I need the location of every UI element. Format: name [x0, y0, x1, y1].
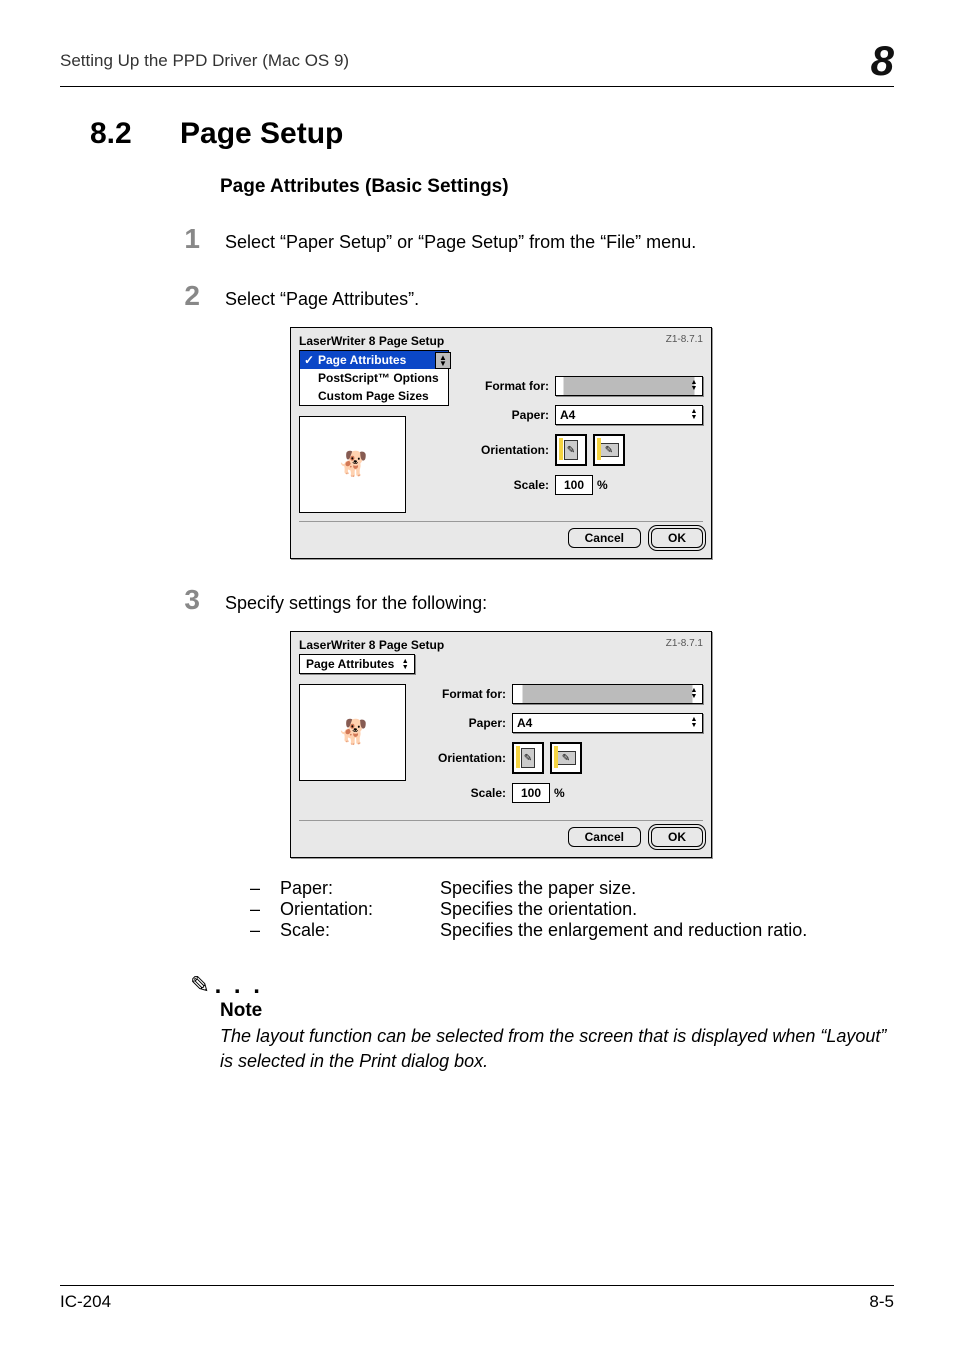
dialog-2-title: LaserWriter 8 Page Setup	[299, 638, 444, 652]
def-term-paper: Paper:	[280, 878, 440, 899]
footer-right: 8-5	[869, 1292, 894, 1312]
running-header-text: Setting Up the PPD Driver (Mac OS 9)	[60, 51, 349, 71]
cancel-button[interactable]: Cancel	[568, 528, 641, 548]
step-2: 2 Select “Page Attributes”.	[60, 280, 894, 312]
orientation-label: Orientation:	[416, 751, 506, 765]
note-label: Note	[220, 1000, 894, 1022]
page-setup-dialog-2: LaserWriter 8 Page Setup Z1-8.7.1 Page A…	[290, 631, 712, 858]
section-title: Page Setup	[180, 117, 343, 151]
step-number-1: 1	[140, 223, 200, 255]
orientation-landscape-button[interactable]: ✎	[550, 742, 582, 774]
step-number-2: 2	[140, 280, 200, 312]
running-header: Setting Up the PPD Driver (Mac OS 9) 8	[60, 40, 894, 87]
menu-item-custom-page-sizes[interactable]: Custom Page Sizes	[300, 387, 448, 405]
step-3: 3 Specify settings for the following:	[60, 584, 894, 616]
dash-icon: –	[250, 899, 280, 920]
def-desc-orientation: Specifies the orientation.	[440, 899, 637, 920]
attributes-menu-open[interactable]: ▲▼ ✓ Page Attributes PostScript™ Options…	[299, 350, 449, 406]
ellipsis-icon: . . .	[215, 972, 263, 999]
def-term-orientation: Orientation:	[280, 899, 440, 920]
footer-left: IC-204	[60, 1292, 111, 1312]
page-footer: IC-204 8-5	[60, 1285, 894, 1312]
format-for-select[interactable]: ▲▼	[512, 684, 703, 704]
scale-label: Scale:	[459, 478, 549, 492]
format-for-label: Format for:	[459, 379, 549, 393]
dash-icon: –	[250, 920, 280, 941]
scale-input[interactable]: 100	[512, 783, 550, 803]
select-stepper-icon: ▲▼	[399, 658, 411, 672]
attributes-dropdown[interactable]: Page Attributes ▲▼	[299, 654, 415, 674]
dialog-1-version: Z1-8.7.1	[666, 334, 703, 348]
check-icon: ✓	[304, 353, 318, 367]
orientation-portrait-button[interactable]: ✎	[512, 742, 544, 774]
step-text-3: Specify settings for the following:	[225, 593, 894, 614]
menu-item-postscript-options[interactable]: PostScript™ Options	[300, 369, 448, 387]
subheading: Page Attributes (Basic Settings)	[220, 176, 894, 198]
menu-item-page-attributes[interactable]: ✓ Page Attributes	[300, 351, 448, 369]
page-setup-dialog-1: LaserWriter 8 Page Setup Z1-8.7.1 ▲▼ ✓ P…	[290, 327, 712, 559]
dialog-2-container: LaserWriter 8 Page Setup Z1-8.7.1 Page A…	[290, 631, 894, 858]
def-desc-scale: Specifies the enlargement and reduction …	[440, 920, 807, 941]
dog-icon: 🐕	[338, 450, 368, 479]
orientation-label: Orientation:	[459, 443, 549, 457]
paper-select[interactable]: A4▲▼	[555, 405, 703, 425]
section-heading: 8.2 Page Setup	[60, 117, 894, 151]
select-stepper-icon: ▲▼	[688, 379, 700, 393]
definitions-list: – Paper: Specifies the paper size. – Ori…	[250, 878, 894, 941]
step-text-1: Select “Paper Setup” or “Page Setup” fro…	[225, 232, 894, 253]
menu-stepper-icon[interactable]: ▲▼	[435, 352, 451, 369]
format-for-label: Format for:	[416, 687, 506, 701]
step-number-3: 3	[140, 584, 200, 616]
dog-icon: 🐕	[338, 718, 368, 747]
ok-button[interactable]: OK	[651, 827, 703, 847]
ok-button[interactable]: OK	[651, 528, 703, 548]
scale-unit: %	[597, 478, 608, 492]
paper-label: Paper:	[416, 716, 506, 730]
page-preview: 🐕	[299, 416, 406, 513]
select-stepper-icon: ▲▼	[688, 716, 700, 730]
section-number: 8.2	[90, 117, 180, 151]
def-term-scale: Scale:	[280, 920, 440, 941]
select-stepper-icon: ▲▼	[688, 408, 700, 422]
scale-label: Scale:	[416, 786, 506, 800]
dialog-1-title: LaserWriter 8 Page Setup	[299, 334, 444, 348]
orientation-landscape-button[interactable]: ✎	[593, 434, 625, 466]
note-block: ✎ . . . Note The layout function can be …	[190, 971, 894, 1074]
paper-label: Paper:	[459, 408, 549, 422]
scale-input[interactable]: 100	[555, 475, 593, 495]
chapter-number: 8	[871, 40, 894, 82]
paper-select[interactable]: A4▲▼	[512, 713, 703, 733]
scale-unit: %	[554, 786, 565, 800]
step-1: 1 Select “Paper Setup” or “Page Setup” f…	[60, 223, 894, 255]
step-text-2: Select “Page Attributes”.	[225, 289, 894, 310]
dialog-1-container: LaserWriter 8 Page Setup Z1-8.7.1 ▲▼ ✓ P…	[290, 327, 894, 559]
page-preview: 🐕	[299, 684, 406, 781]
note-text: The layout function can be selected from…	[220, 1024, 894, 1074]
select-stepper-icon: ▲▼	[688, 687, 700, 701]
dash-icon: –	[250, 878, 280, 899]
cancel-button[interactable]: Cancel	[568, 827, 641, 847]
note-pencil-icon: ✎	[190, 972, 210, 999]
orientation-portrait-button[interactable]: ✎	[555, 434, 587, 466]
format-for-select[interactable]: ▲▼	[555, 376, 703, 396]
def-desc-paper: Specifies the paper size.	[440, 878, 636, 899]
dialog-2-version: Z1-8.7.1	[666, 638, 703, 652]
